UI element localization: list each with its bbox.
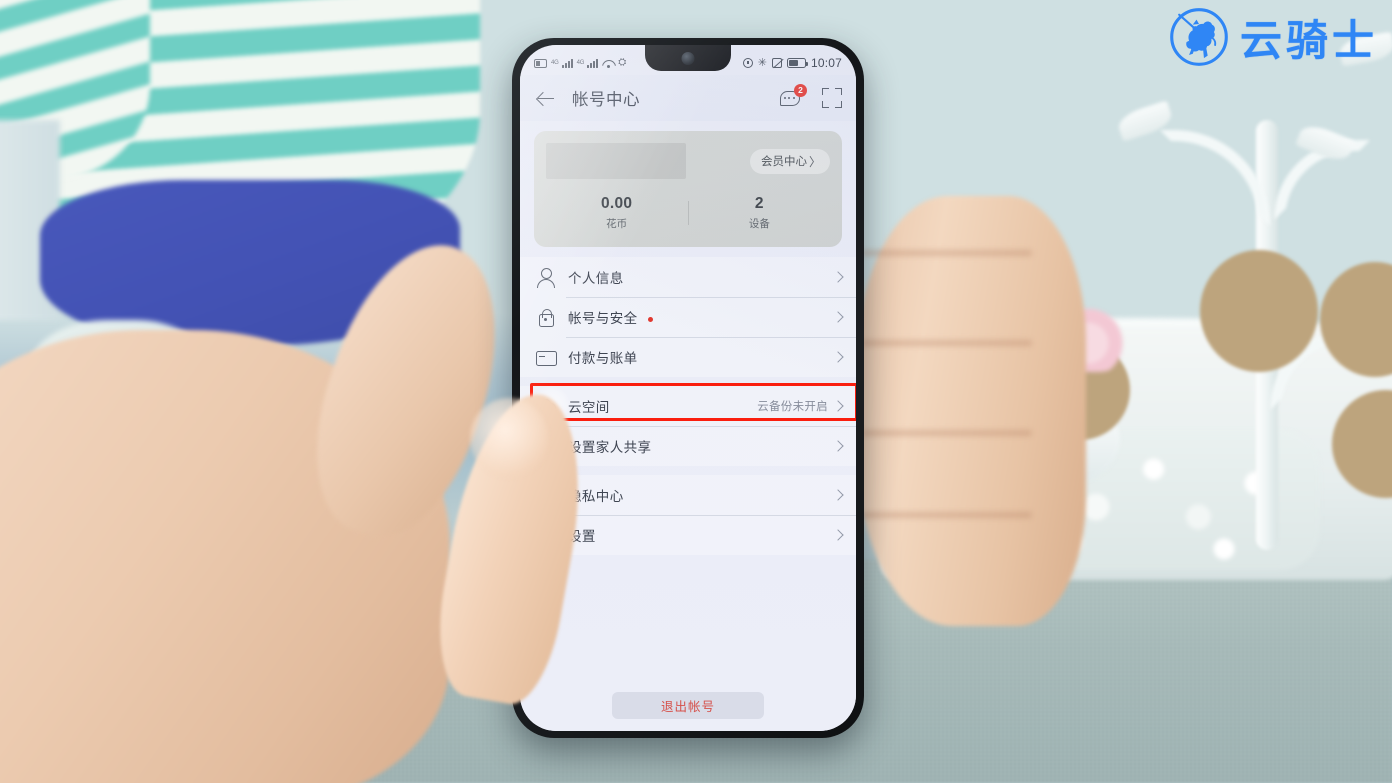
hotspot-icon: ⛭: [618, 57, 627, 68]
status-bar: 4G 4G ⛭ ✳ 10:07: [520, 45, 856, 75]
network-type-label-1: 4G: [551, 60, 559, 66]
app-bar: 帐号中心 2: [520, 75, 856, 121]
battery-icon: [786, 58, 809, 68]
status-bar-right-icons: ✳ 10:07: [742, 56, 842, 70]
menu-item-label: 个人信息: [568, 271, 624, 286]
chevron-right-icon: [832, 440, 844, 452]
menu-item-label: 设置家人共享: [568, 440, 652, 455]
chevron-right-icon: [832, 529, 844, 541]
message-badge-count: 2: [794, 84, 807, 97]
menu-group-1: 个人信息 帐号与安全 付款与账单: [520, 257, 856, 377]
status-bar-clock: 10:07: [810, 56, 842, 70]
right-hand-fingers: [856, 196, 1086, 626]
knight-on-horse-circle-logo: [1170, 8, 1228, 66]
menu-item-label: 付款与账单: [568, 351, 638, 366]
menu-item-account-security[interactable]: 帐号与安全: [520, 297, 856, 337]
finger-tip-highlight: [470, 398, 548, 478]
screenshot-scene: 4G 4G ⛭ ✳ 10:07 帐号中心 2 会员中心 〉 0.00 花币 2 …: [0, 0, 1392, 783]
brand-name-text: 云骑士: [1239, 15, 1378, 65]
menu-item-cloud-space[interactable]: 云空间 云备份未开启: [520, 386, 856, 426]
finger-crease-2: [862, 340, 1032, 346]
sign-out-button[interactable]: 退出帐号: [612, 692, 764, 719]
wifi-icon: [602, 59, 614, 68]
person-icon: [534, 266, 556, 288]
message-bubble-dots: [784, 96, 795, 99]
menu-item-payment-billing[interactable]: 付款与账单: [520, 337, 856, 377]
stat-devices-value: 2: [754, 195, 764, 212]
signal-4g-icon: [561, 58, 573, 68]
stat-coins-label: 花币: [606, 218, 628, 230]
username-redacted-block: [546, 143, 686, 179]
chevron-right-icon: 〉: [808, 154, 821, 169]
bluetooth-icon: ✳: [757, 56, 767, 69]
app-bar-actions: 2: [780, 84, 842, 108]
notification-dot-badge: [647, 316, 653, 322]
finger-crease-3: [862, 430, 1032, 436]
menu-item-text: 帐号与安全: [568, 311, 638, 326]
chevron-right-icon: [832, 271, 844, 283]
page-title: 帐号中心: [572, 91, 640, 109]
rattan-ball-2: [1200, 250, 1318, 372]
stat-coins[interactable]: 0.00 花币: [546, 195, 688, 231]
sign-out-area: 退出帐号: [520, 692, 856, 719]
account-card-top: 会员中心 〉: [534, 131, 842, 179]
chevron-right-icon: [832, 489, 844, 501]
message-bubble-icon[interactable]: 2: [780, 84, 807, 108]
stat-devices[interactable]: 2 设备: [689, 195, 831, 231]
network-type-label-2: 4G: [576, 60, 585, 66]
credit-card-icon: [534, 346, 557, 368]
mute-icon: [771, 58, 782, 68]
finger-crease-1: [862, 250, 1032, 256]
finger-crease-4: [862, 512, 1032, 518]
signal-4g-secondary-icon: [587, 58, 599, 68]
menu-item-personal-info[interactable]: 个人信息: [520, 257, 856, 297]
back-arrow-icon[interactable]: [534, 87, 556, 109]
menu-item-label: 云空间: [568, 400, 610, 415]
sim-card-icon: [534, 58, 547, 68]
member-center-label: 会员中心: [760, 156, 807, 168]
alarm-icon: [742, 58, 753, 68]
chevron-right-icon: [832, 400, 844, 412]
smartphone-device: 4G 4G ⛭ ✳ 10:07 帐号中心 2 会员中心 〉 0.00 花币 2 …: [512, 38, 864, 738]
menu-item-label: 帐号与安全: [568, 307, 834, 327]
brand-watermark: 云骑士: [1168, 6, 1378, 68]
menu-item-label: 隐私中心: [568, 489, 624, 504]
member-center-button[interactable]: 会员中心 〉: [749, 148, 830, 174]
chevron-right-icon: [832, 351, 844, 363]
cloud-backup-status: 云备份未开启: [757, 401, 828, 413]
scan-frame-icon[interactable]: [822, 88, 842, 108]
phone-screen: 4G 4G ⛭ ✳ 10:07 帐号中心 2 会员中心 〉 0.00 花币 2 …: [520, 45, 856, 731]
account-stats: 0.00 花币 2 设备: [534, 179, 842, 231]
lock-icon: [534, 306, 556, 328]
stat-coins-value: 0.00: [600, 195, 633, 212]
account-card[interactable]: 会员中心 〉 0.00 花币 2 设备: [534, 131, 842, 247]
status-bar-left-icons: 4G 4G ⛭: [534, 58, 626, 68]
chevron-right-icon: [832, 311, 844, 323]
stat-devices-label: 设备: [748, 218, 770, 230]
menu-item-label: 设置: [568, 529, 596, 544]
